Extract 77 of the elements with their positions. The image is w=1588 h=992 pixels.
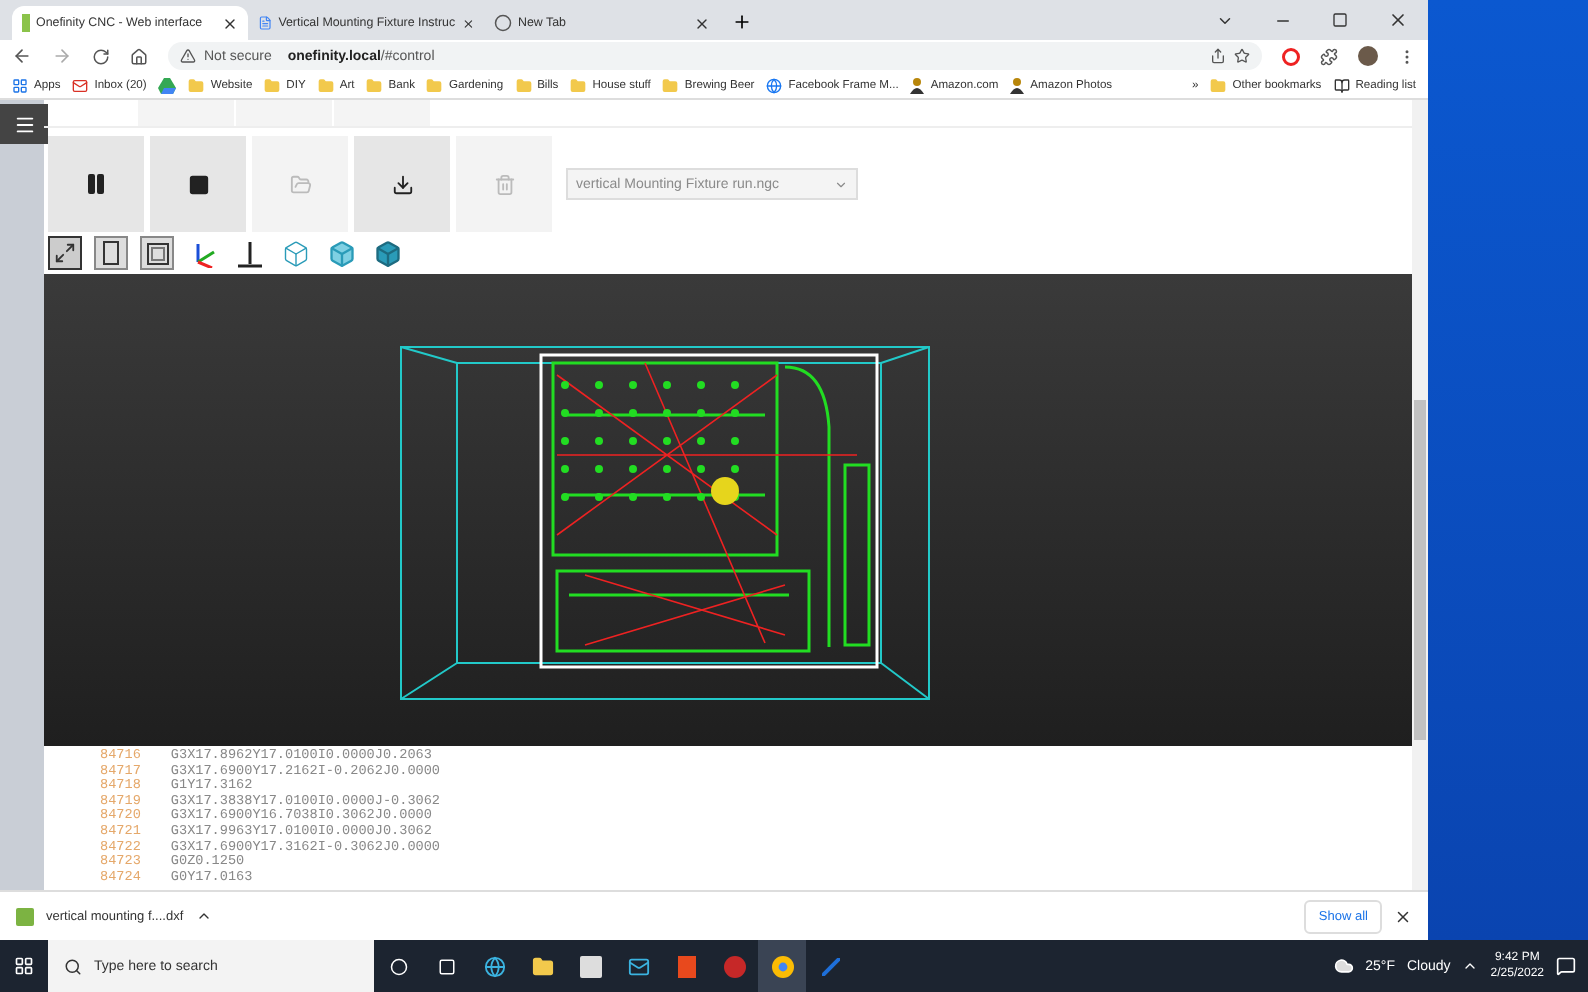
file-icon xyxy=(16,907,34,925)
trash-icon xyxy=(493,173,515,195)
avatar-icon[interactable] xyxy=(1358,46,1378,66)
person-icon xyxy=(1010,77,1025,93)
stop-icon xyxy=(187,173,209,195)
person-icon xyxy=(910,77,925,93)
control-button[interactable] xyxy=(150,136,246,232)
view-button[interactable] xyxy=(232,236,266,270)
bar-icon xyxy=(22,14,30,32)
app-icon[interactable] xyxy=(821,957,839,975)
new-tab-icon[interactable] xyxy=(732,12,752,32)
folder-icon xyxy=(515,77,532,93)
maximize-icon[interactable] xyxy=(1332,12,1348,28)
chevron-icon[interactable] xyxy=(195,908,212,924)
expand-icon xyxy=(54,242,76,264)
folder-icon xyxy=(1210,77,1227,93)
view-button[interactable] xyxy=(140,236,174,270)
folder-icon xyxy=(289,173,311,195)
circle-icon[interactable] xyxy=(389,957,407,975)
folder-icon xyxy=(366,77,383,93)
extensions-icon[interactable] xyxy=(1320,47,1338,65)
search-icon xyxy=(64,957,82,975)
app-icon[interactable] xyxy=(723,955,745,977)
3d-viewer[interactable] xyxy=(44,274,1412,746)
browser-icon[interactable] xyxy=(483,955,505,977)
view-button[interactable] xyxy=(94,236,128,270)
download-icon xyxy=(391,173,413,195)
folder-icon xyxy=(426,77,443,93)
cube-icon xyxy=(373,239,401,267)
back-icon[interactable] xyxy=(12,46,32,66)
view-button[interactable] xyxy=(370,236,404,270)
document-icon xyxy=(258,14,273,32)
chevron-icon[interactable] xyxy=(1462,958,1479,974)
folder-icon xyxy=(188,77,205,93)
bookmark-star-icon[interactable] xyxy=(1234,48,1250,64)
circle-icon xyxy=(494,14,512,32)
windows-start-icon[interactable] xyxy=(14,956,34,976)
tool-icon xyxy=(235,239,263,267)
folder-icon xyxy=(264,77,281,93)
cube-icon xyxy=(281,239,309,267)
close-icon xyxy=(694,15,710,31)
triangle-icon xyxy=(158,77,177,93)
control-button[interactable] xyxy=(48,136,144,232)
notifications-icon[interactable] xyxy=(1556,956,1576,976)
cube-icon xyxy=(327,239,355,267)
warning-icon xyxy=(180,48,196,64)
folder-icon xyxy=(662,77,679,93)
apps-icon xyxy=(12,77,28,93)
menu-icon xyxy=(13,113,35,135)
mail-icon[interactable] xyxy=(627,955,649,977)
close-icon xyxy=(222,15,238,31)
chevron-icon xyxy=(834,177,848,191)
close-icon xyxy=(461,15,474,31)
store-icon[interactable] xyxy=(579,955,601,977)
close-icon[interactable] xyxy=(1388,10,1408,30)
mail-icon xyxy=(72,77,89,93)
book-icon xyxy=(1333,77,1350,93)
bookmark[interactable] xyxy=(158,77,177,93)
share-icon[interactable] xyxy=(1210,48,1226,64)
frame-icon xyxy=(145,241,169,265)
reload-icon[interactable] xyxy=(92,47,110,65)
scrollbar[interactable] xyxy=(1412,100,1428,890)
globe-icon xyxy=(766,77,783,93)
close-icon[interactable] xyxy=(1394,907,1412,925)
folder-icon xyxy=(317,77,334,93)
ring-icon[interactable] xyxy=(1282,47,1300,65)
chrome-icon[interactable] xyxy=(771,955,793,977)
view-button[interactable] xyxy=(48,236,82,270)
panel-icon xyxy=(102,240,120,266)
cloud-icon[interactable] xyxy=(1333,956,1354,976)
home-icon[interactable] xyxy=(130,47,148,65)
folder-icon xyxy=(570,77,587,93)
menu-button[interactable] xyxy=(0,104,48,144)
folder-icon[interactable] xyxy=(531,955,553,977)
task-view-icon[interactable] xyxy=(437,957,455,975)
office-icon[interactable] xyxy=(677,955,695,977)
pause-icon xyxy=(84,172,108,196)
